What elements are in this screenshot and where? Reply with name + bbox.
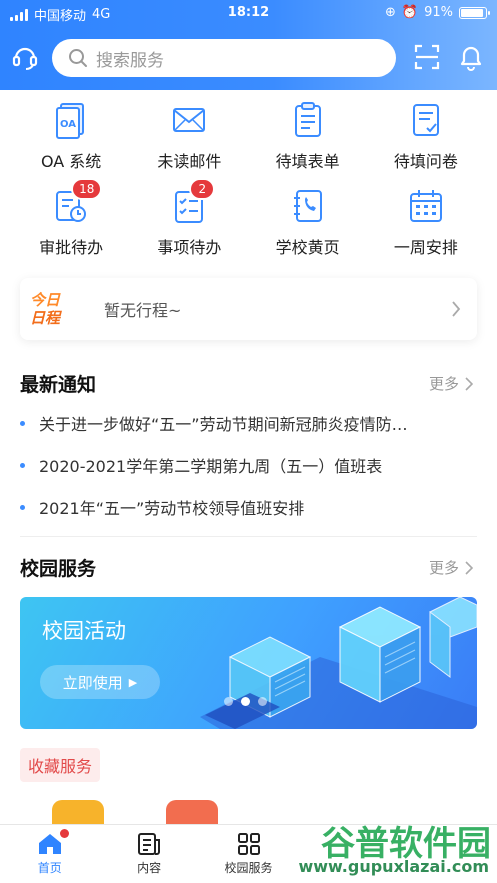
calendar-icon — [406, 186, 446, 226]
campus-section-title: 校园服务 — [20, 558, 97, 580]
grid-item-todo[interactable]: 2 事项待办 — [134, 178, 244, 258]
todo-icon: 2 — [169, 178, 216, 226]
tab-content[interactable]: 内容 — [99, 825, 198, 883]
approval-count-badge: 18 — [71, 178, 103, 200]
search-input[interactable]: 搜索服务 — [52, 39, 396, 77]
tab-label: 校园服务 — [224, 861, 273, 875]
battery-icon — [459, 6, 490, 19]
tab-home[interactable]: 首页 — [0, 825, 99, 883]
grid-label: 事项待办 — [157, 238, 222, 257]
banner-title: 校园活动 — [42, 619, 126, 643]
grid-item-approval[interactable]: 18 审批待办 — [16, 178, 126, 258]
grid-label: 一周安排 — [393, 238, 458, 257]
carousel-dot-active[interactable] — [241, 697, 250, 706]
today-schedule-tag: 今日 日程 — [30, 283, 86, 335]
campus-more-label: 更多 — [428, 559, 459, 577]
favorites-label: 收藏服务 — [20, 748, 101, 782]
news-item-title: 2020-2021学年第二学期第九周（五一）值班表 — [39, 457, 383, 476]
lock-rotation-icon: ⊕ — [385, 5, 396, 20]
phone-book-icon — [288, 186, 328, 226]
tab-label: 首页 — [37, 861, 62, 875]
use-now-button[interactable]: 立即使用 ▶ — [40, 665, 160, 699]
use-now-label: 立即使用 — [62, 673, 123, 692]
news-item[interactable]: 关于进一步做好“五一”劳动节期间新冠肺炎疫情防… — [20, 402, 480, 444]
form-icon — [288, 100, 328, 140]
favorite-app-icon[interactable] — [166, 800, 218, 826]
grid-item-phonebook[interactable]: 学校黄页 — [253, 186, 363, 258]
search-placeholder: 搜索服务 — [96, 50, 164, 71]
grid-item-survey[interactable]: 待填问卷 — [371, 100, 481, 172]
section-divider — [20, 536, 477, 537]
news-section-title: 最新通知 — [20, 374, 97, 396]
alarm-icon: ⏰ — [401, 5, 419, 20]
news-item-title: 2021年“五一”劳动节校领导值班安排 — [39, 499, 305, 518]
todo-count-badge: 2 — [189, 178, 216, 200]
grid-label: 未读邮件 — [157, 152, 222, 171]
carousel-dot[interactable] — [224, 697, 233, 706]
play-arrow-icon: ▶ — [128, 675, 138, 689]
schedule-empty-text: 暂无行程~ — [104, 301, 182, 320]
approval-icon: 18 — [51, 178, 103, 226]
news-item[interactable]: 2021年“五一”劳动节校领导值班安排 — [20, 486, 480, 528]
function-grid: OA OA 系统 未读邮件 待填表单 待填问卷 18 审批待办 2 事项待办 学… — [0, 100, 497, 258]
grid-item-weekly[interactable]: 一周安排 — [371, 186, 481, 258]
customer-service-icon[interactable] — [8, 40, 42, 74]
news-more-label: 更多 — [428, 375, 459, 393]
battery-percent: 91% — [424, 5, 453, 20]
carousel-indicator — [224, 697, 267, 706]
search-header: 搜索服务 — [0, 30, 497, 88]
grid-label: 学校黄页 — [275, 238, 340, 257]
favorite-app-icon[interactable] — [52, 800, 104, 826]
grid-item-form[interactable]: 待填表单 — [253, 100, 363, 172]
news-item[interactable]: 2020-2021学年第二学期第九周（五一）值班表 — [20, 444, 480, 486]
news-more-link[interactable]: 更多 — [429, 373, 473, 394]
today-schedule-card[interactable]: 今日 日程 暂无行程~ — [20, 278, 477, 340]
grid-label: 审批待办 — [39, 238, 104, 257]
grid-item-mail[interactable]: 未读邮件 — [134, 100, 244, 172]
scan-icon[interactable] — [410, 40, 444, 74]
svg-text:OA: OA — [60, 119, 76, 130]
news-item-title: 关于进一步做好“五一”劳动节期间新冠肺炎疫情防… — [39, 415, 408, 434]
survey-icon — [406, 100, 446, 140]
tab-label: 内容 — [137, 861, 162, 875]
grid-label: 待填问卷 — [393, 152, 458, 171]
grid-label: 待填表单 — [275, 152, 340, 171]
news-list: 关于进一步做好“五一”劳动节期间新冠肺炎疫情防… 2020-2021学年第二学期… — [20, 402, 480, 528]
grid-label: OA 系统 — [40, 152, 102, 171]
oa-icon: OA — [51, 100, 91, 140]
mail-icon — [169, 100, 209, 140]
tab-campus-service[interactable]: 校园服务 — [199, 825, 298, 883]
schedule-tag-line1: 今日 — [30, 291, 61, 309]
content-icon — [138, 833, 161, 855]
bullet-dot — [20, 420, 25, 426]
search-icon — [69, 49, 87, 67]
bell-icon[interactable] — [454, 40, 488, 74]
home-icon — [38, 834, 61, 854]
bullet-dot — [20, 504, 25, 510]
campus-more-link[interactable]: 更多 — [429, 557, 473, 578]
grid-icon — [237, 833, 260, 855]
schedule-tag-line2: 日程 — [30, 309, 61, 327]
status-bar: 中国移动 4G 18:12 ⊕ ⏰ 91% — [0, 0, 497, 28]
bullet-dot — [20, 462, 25, 468]
home-notification-dot — [60, 829, 69, 838]
chevron-right-icon — [465, 560, 473, 575]
chevron-right-icon — [465, 376, 473, 391]
campus-activity-banner[interactable]: 校园活动 立即使用 ▶ — [20, 597, 477, 729]
carousel-dot[interactable] — [258, 697, 267, 706]
watermark-url: www.gupuxlazai.com — [298, 857, 489, 876]
grid-item-oa[interactable]: OA OA 系统 — [16, 100, 126, 172]
chevron-right-icon — [452, 301, 461, 317]
